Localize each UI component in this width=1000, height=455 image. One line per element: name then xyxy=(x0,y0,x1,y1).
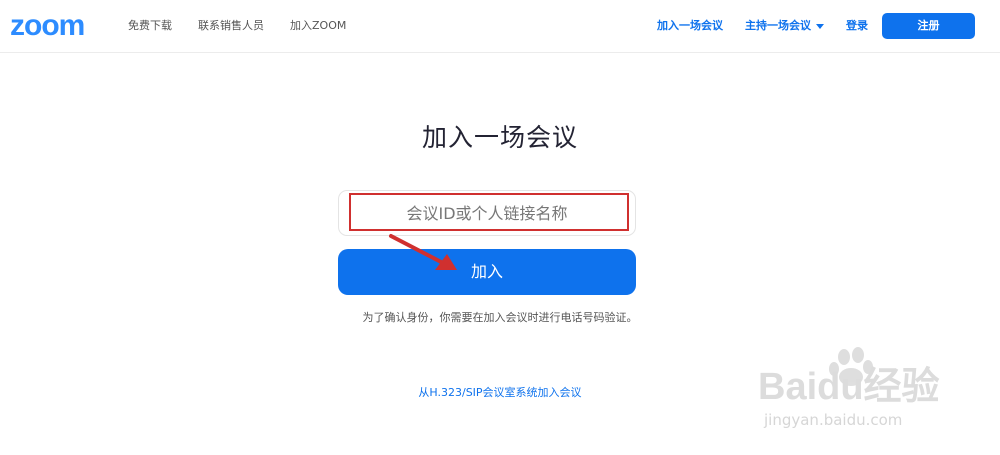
chevron-down-icon xyxy=(816,23,824,29)
primary-nav: 免费下载 联系销售人员 加入ZOOM xyxy=(128,17,346,35)
paw-icon xyxy=(829,347,873,386)
nav-link-join-meeting[interactable]: 加入一场会议 xyxy=(657,17,723,35)
nav-link-free-download[interactable]: 免费下载 xyxy=(128,17,172,35)
top-navigation-bar: zoom 免费下载 联系销售人员 加入ZOOM 加入一场会议 主持一场会议 登录… xyxy=(0,0,1000,53)
watermark-subtext: jingyan.baidu.com xyxy=(763,411,902,429)
nav-link-host-meeting[interactable]: 主持一场会议 xyxy=(745,17,824,35)
join-button[interactable]: 加入 xyxy=(338,249,636,295)
account-nav: 加入一场会议 主持一场会议 登录 xyxy=(657,17,868,35)
join-button-label: 加入 xyxy=(470,262,503,281)
meeting-id-field-container xyxy=(338,190,636,236)
nav-link-join-zoom[interactable]: 加入ZOOM xyxy=(290,17,346,35)
sip-join-link[interactable]: 从H.323/SIP会议室系统加入会议 xyxy=(0,384,1000,400)
nav-link-contact-sales[interactable]: 联系销售人员 xyxy=(198,17,264,35)
zoom-logo[interactable]: zoom xyxy=(10,9,85,43)
nav-link-login[interactable]: 登录 xyxy=(846,17,868,35)
signup-button[interactable]: 注册 xyxy=(882,13,975,39)
verification-notice: 为了确认身份，你需要在加入会议时进行电话号码验证。 xyxy=(362,311,638,324)
host-meeting-label: 主持一场会议 xyxy=(745,19,811,32)
page-title: 加入一场会议 xyxy=(421,123,578,152)
meeting-id-input[interactable] xyxy=(339,191,635,235)
